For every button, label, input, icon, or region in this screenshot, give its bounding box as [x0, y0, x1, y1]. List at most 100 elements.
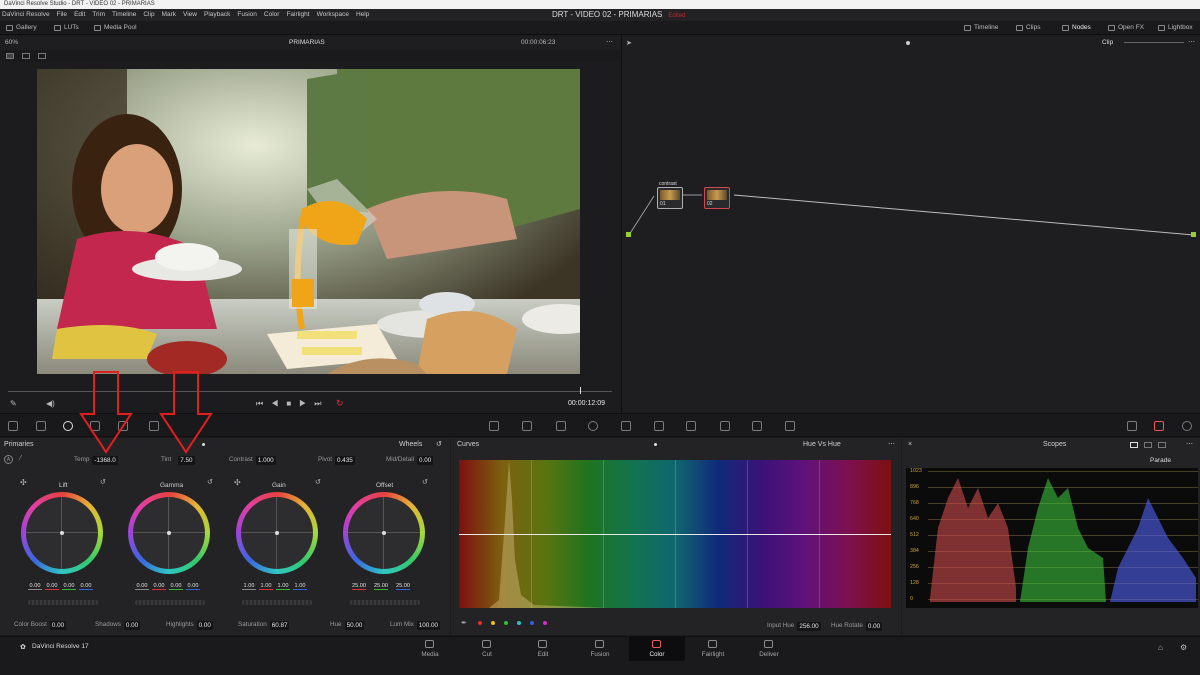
scope-type-dropdown[interactable]: Parade: [1150, 457, 1171, 464]
single-view-icon[interactable]: [6, 53, 14, 59]
split-view-icon[interactable]: [22, 53, 30, 59]
input-hue-value[interactable]: 256.00: [797, 621, 821, 631]
curves-page-dot[interactable]: [654, 443, 657, 446]
pick-tool-icon[interactable]: ✎: [10, 399, 17, 408]
offset-reset-icon[interactable]: ↺: [422, 478, 428, 486]
blue-point-icon[interactable]: [530, 621, 534, 625]
gallery-button[interactable]: Gallery: [6, 21, 37, 35]
red-point-icon[interactable]: [478, 621, 482, 625]
yellow-point-icon[interactable]: [491, 621, 495, 625]
clips-button[interactable]: Clips: [1016, 21, 1040, 35]
shadows-value[interactable]: 0.00: [123, 620, 141, 630]
lift-y[interactable]: 0.00: [28, 583, 42, 590]
white-balance-picker-icon[interactable]: ⁄: [20, 455, 21, 462]
scopes-more-icon[interactable]: ⋯: [1186, 438, 1193, 452]
hue-rotate-value[interactable]: 0.00: [865, 621, 883, 631]
scope-layout-4-icon[interactable]: [1158, 442, 1166, 448]
curves-picker-icon[interactable]: ✒: [461, 619, 467, 627]
tracker-icon[interactable]: [621, 421, 631, 431]
offset-master-slider[interactable]: [350, 600, 420, 605]
zoom-dropdown[interactable]: 60%: [5, 39, 18, 46]
middetail-control[interactable]: Mid/Detail 0.00: [386, 454, 434, 466]
lift-master-slider[interactable]: [28, 600, 98, 605]
offset-values[interactable]: 25.00 25.00 25.00: [352, 583, 410, 590]
curves-mode-dropdown[interactable]: Hue Vs Hue: [803, 438, 841, 452]
timeline-button[interactable]: Timeline: [964, 21, 998, 35]
green-point-icon[interactable]: [504, 621, 508, 625]
middetail-value[interactable]: 0.00: [417, 455, 434, 465]
menu-item-mark[interactable]: Mark: [162, 9, 176, 21]
menu-item-davinci[interactable]: DaVinci Resolve: [2, 9, 50, 21]
lift-g[interactable]: 0.00: [62, 583, 76, 590]
home-icon[interactable]: ⌂: [1158, 643, 1163, 652]
gamma-values[interactable]: 0.00 0.00 0.00 0.00: [135, 583, 200, 590]
temp-value[interactable]: -1368.0: [92, 455, 118, 465]
offset-wheel[interactable]: [343, 492, 425, 574]
sizing-icon[interactable]: [752, 421, 762, 431]
tab-edit[interactable]: Edit: [515, 637, 571, 661]
auto-balance-icon[interactable]: A: [4, 455, 13, 464]
saturation-control[interactable]: Saturation 60.87: [238, 619, 290, 631]
menu-item-help[interactable]: Help: [356, 9, 369, 21]
lift-r[interactable]: 0.00: [45, 583, 59, 590]
reset-icon[interactable]: ↺: [436, 438, 442, 452]
info-icon[interactable]: [1182, 421, 1192, 431]
contrast-control[interactable]: Contrast 1.000: [229, 454, 276, 466]
gamma-master-slider[interactable]: [135, 600, 205, 605]
menu-item-clip[interactable]: Clip: [143, 9, 154, 21]
playhead[interactable]: [580, 387, 581, 394]
lift-b[interactable]: 0.00: [79, 583, 93, 590]
color-match-icon[interactable]: [36, 421, 46, 431]
gain-r[interactable]: 1.00: [259, 583, 273, 590]
temp-control[interactable]: Temp -1368.0: [74, 454, 118, 466]
menu-item-timeline[interactable]: Timeline: [112, 9, 136, 21]
tab-fairlight[interactable]: Fairlight: [685, 637, 741, 661]
lift-wheel[interactable]: [21, 492, 103, 574]
scopes-toggle-icon[interactable]: [1154, 421, 1164, 431]
offset-b[interactable]: 25.00: [396, 583, 410, 590]
curves-icon[interactable]: [489, 421, 499, 431]
scope-layout-1-icon[interactable]: [1130, 442, 1138, 448]
gain-values[interactable]: 1.00 1.00 1.00 1.00: [242, 583, 307, 590]
pivot-control[interactable]: Pivot 0.435: [318, 454, 355, 466]
tab-cut[interactable]: Cut: [459, 637, 515, 661]
lum-mix-value[interactable]: 100.00: [416, 620, 441, 630]
node-editor[interactable]: ➤ Clip ⋯ contrast 01 02: [621, 36, 1200, 412]
tab-color[interactable]: Color: [629, 637, 685, 661]
viewer-more-icon[interactable]: ⋯: [606, 38, 613, 46]
offset-r[interactable]: 25.00: [352, 583, 366, 590]
key-icon[interactable]: [720, 421, 730, 431]
gain-y[interactable]: 1.00: [242, 583, 256, 590]
color-boost-control[interactable]: Color Boost 0.00: [14, 619, 67, 631]
camera-raw-icon[interactable]: [8, 421, 18, 431]
gamma-r[interactable]: 0.00: [152, 583, 166, 590]
open-fx-button[interactable]: Open FX: [1108, 21, 1144, 35]
tab-deliver[interactable]: Deliver: [741, 637, 797, 661]
gamma-y[interactable]: 0.00: [135, 583, 149, 590]
lift-picker-icon[interactable]: ✣: [20, 478, 27, 487]
scopes-close-icon[interactable]: ×: [908, 438, 912, 452]
contrast-value[interactable]: 1.000: [255, 455, 276, 465]
hue-control[interactable]: Hue 50.00: [330, 619, 365, 631]
wheels-mode-dropdown[interactable]: Wheels: [399, 438, 422, 452]
scope-layout-2-icon[interactable]: [1144, 442, 1152, 448]
menu-item-fairlight[interactable]: Fairlight: [286, 9, 309, 21]
loop-icon[interactable]: ↻: [336, 398, 344, 409]
menu-item-edit[interactable]: Edit: [74, 9, 85, 21]
media-pool-button[interactable]: Media Pool: [94, 21, 137, 35]
color-boost-value[interactable]: 0.00: [49, 620, 67, 630]
menu-item-view[interactable]: View: [183, 9, 197, 21]
menu-item-trim[interactable]: Trim: [92, 9, 105, 21]
curves-more-icon[interactable]: ⋯: [888, 438, 895, 452]
saturation-value[interactable]: 60.87: [269, 620, 290, 630]
blur-icon[interactable]: [686, 421, 696, 431]
3d-icon[interactable]: [785, 421, 795, 431]
viewer-video-frame[interactable]: [37, 69, 580, 374]
gain-g[interactable]: 1.00: [276, 583, 290, 590]
menu-item-file[interactable]: File: [57, 9, 67, 21]
lift-puck[interactable]: [60, 531, 64, 535]
input-hue-control[interactable]: Input Hue 256.00: [767, 620, 821, 632]
menu-item-fusion[interactable]: Fusion: [237, 9, 257, 21]
hue-rotate-control[interactable]: Hue Rotate 0.00: [831, 620, 883, 632]
gain-master-slider[interactable]: [242, 600, 312, 605]
